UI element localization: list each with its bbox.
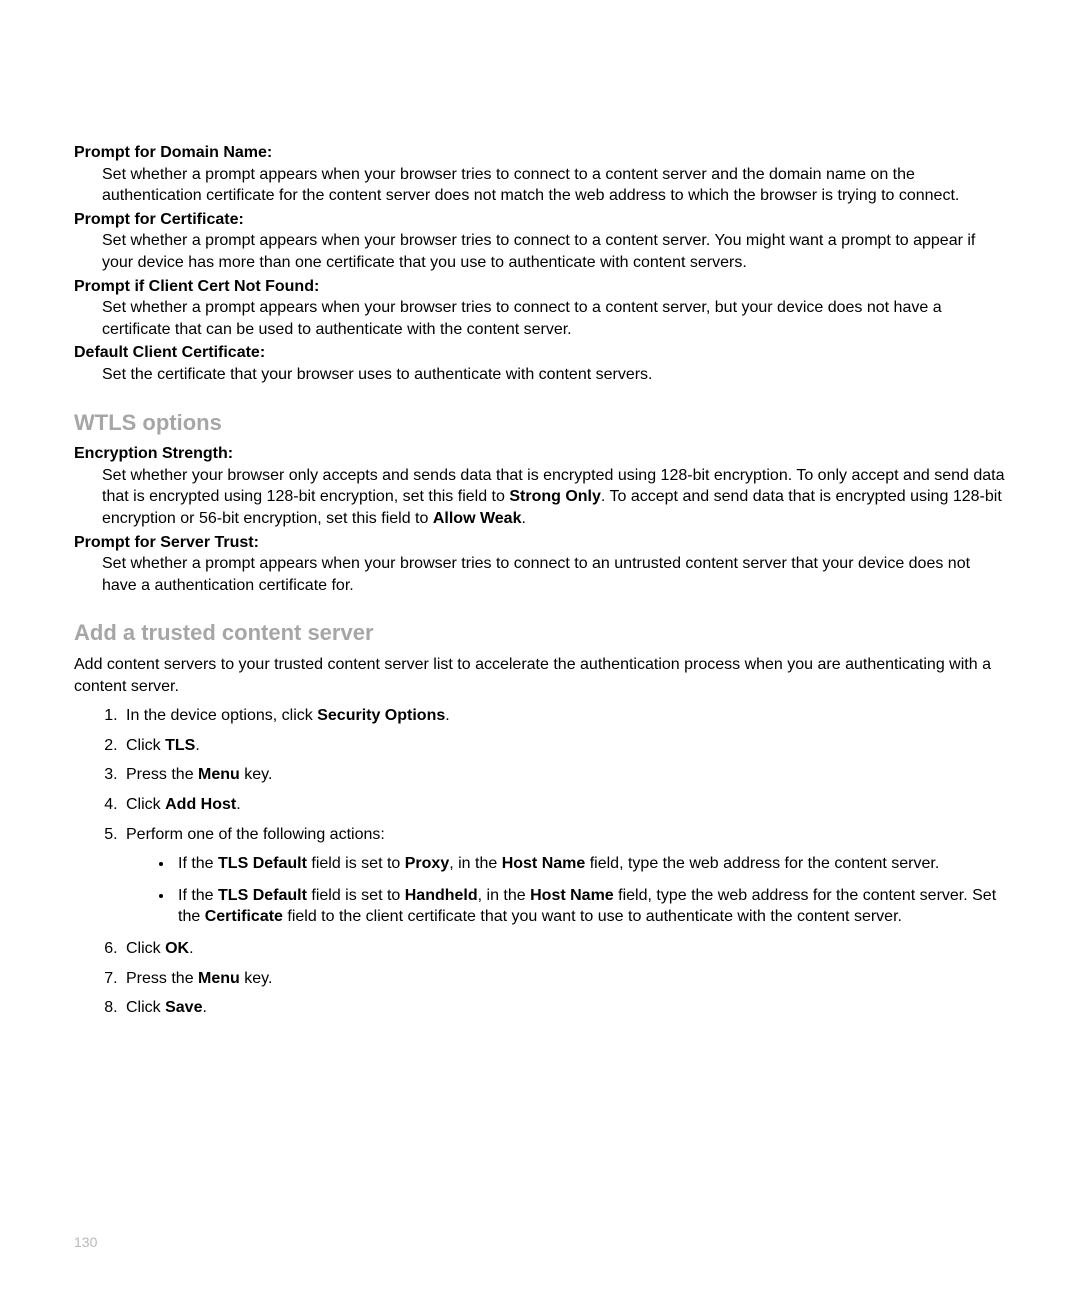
text-fragment: key. bbox=[240, 766, 273, 783]
text-fragment: Perform one of the following actions: bbox=[126, 826, 385, 843]
bold-text: TLS Default bbox=[218, 887, 307, 904]
def-term: Encryption Strength: bbox=[74, 443, 1006, 465]
text-fragment: field is set to bbox=[307, 855, 405, 872]
text-fragment: . bbox=[202, 999, 206, 1016]
bold-text: TLS bbox=[165, 737, 195, 754]
list-item: Press the Menu key. bbox=[122, 764, 1006, 786]
text-fragment: Press the bbox=[126, 766, 198, 783]
list-item: If the TLS Default field is set to Handh… bbox=[174, 885, 1006, 928]
list-item: Click TLS. bbox=[122, 735, 1006, 757]
text-fragment: In the device options, click bbox=[126, 707, 317, 724]
bold-text: Security Options bbox=[317, 707, 445, 724]
bold-text: Menu bbox=[198, 970, 240, 987]
list-item: If the TLS Default field is set to Proxy… bbox=[174, 853, 1006, 875]
def-term: Default Client Certificate: bbox=[74, 342, 1006, 364]
text-fragment: Click bbox=[126, 940, 165, 957]
def-term: Prompt for Certificate: bbox=[74, 209, 1006, 231]
text-fragment: . bbox=[195, 737, 199, 754]
text-fragment: field to the client certificate that you… bbox=[283, 908, 902, 925]
section-heading-trusted: Add a trusted content server bbox=[74, 618, 1006, 648]
text-fragment: If the bbox=[178, 855, 218, 872]
intro-text: Add content servers to your trusted cont… bbox=[74, 654, 1006, 697]
bold-text: Save bbox=[165, 999, 202, 1016]
text-fragment: , in the bbox=[478, 887, 530, 904]
text-fragment: Click bbox=[126, 796, 165, 813]
text-fragment: Press the bbox=[126, 970, 198, 987]
text-fragment: field, type the web address for the cont… bbox=[585, 855, 939, 872]
text-fragment: Click bbox=[126, 737, 165, 754]
text-fragment: . bbox=[521, 510, 525, 527]
text-fragment: field is set to bbox=[307, 887, 405, 904]
list-item: Click Add Host. bbox=[122, 794, 1006, 816]
bold-text: Proxy bbox=[405, 855, 449, 872]
def-body: Set whether a prompt appears when your b… bbox=[102, 164, 1006, 207]
text-fragment: . bbox=[189, 940, 193, 957]
list-item: Click OK. bbox=[122, 938, 1006, 960]
def-body: Set whether a prompt appears when your b… bbox=[102, 553, 1006, 596]
list-item: Click Save. bbox=[122, 997, 1006, 1019]
text-fragment: . bbox=[236, 796, 240, 813]
bold-text: Add Host bbox=[165, 796, 236, 813]
bold-text: Strong Only bbox=[509, 488, 601, 505]
bullet-list: If the TLS Default field is set to Proxy… bbox=[174, 853, 1006, 928]
steps-list: In the device options, click Security Op… bbox=[122, 705, 1006, 1019]
bold-text: Menu bbox=[198, 766, 240, 783]
def-body: Set whether a prompt appears when your b… bbox=[102, 297, 1006, 340]
def-body: Set whether a prompt appears when your b… bbox=[102, 230, 1006, 273]
text-fragment: If the bbox=[178, 887, 218, 904]
bold-text: Certificate bbox=[205, 908, 283, 925]
definition-group-1: Prompt for Domain Name: Set whether a pr… bbox=[74, 142, 1006, 386]
list-item: In the device options, click Security Op… bbox=[122, 705, 1006, 727]
list-item: Perform one of the following actions: If… bbox=[122, 824, 1006, 928]
def-body: Set the certificate that your browser us… bbox=[102, 364, 1006, 386]
text-fragment: , in the bbox=[449, 855, 501, 872]
bold-text: OK bbox=[165, 940, 189, 957]
bold-text: Handheld bbox=[405, 887, 478, 904]
section-heading-wtls: WTLS options bbox=[74, 408, 1006, 438]
def-term: Prompt for Domain Name: bbox=[74, 142, 1006, 164]
text-fragment: . bbox=[445, 707, 449, 724]
bold-text: Allow Weak bbox=[433, 510, 522, 527]
def-term: Prompt if Client Cert Not Found: bbox=[74, 276, 1006, 298]
page-number: 130 bbox=[74, 1233, 97, 1252]
text-fragment: key. bbox=[240, 970, 273, 987]
def-term: Prompt for Server Trust: bbox=[74, 532, 1006, 554]
bold-text: Host Name bbox=[502, 855, 586, 872]
def-body: Set whether your browser only accepts an… bbox=[102, 465, 1006, 530]
bold-text: Host Name bbox=[530, 887, 614, 904]
list-item: Press the Menu key. bbox=[122, 968, 1006, 990]
bold-text: TLS Default bbox=[218, 855, 307, 872]
text-fragment: Click bbox=[126, 999, 165, 1016]
